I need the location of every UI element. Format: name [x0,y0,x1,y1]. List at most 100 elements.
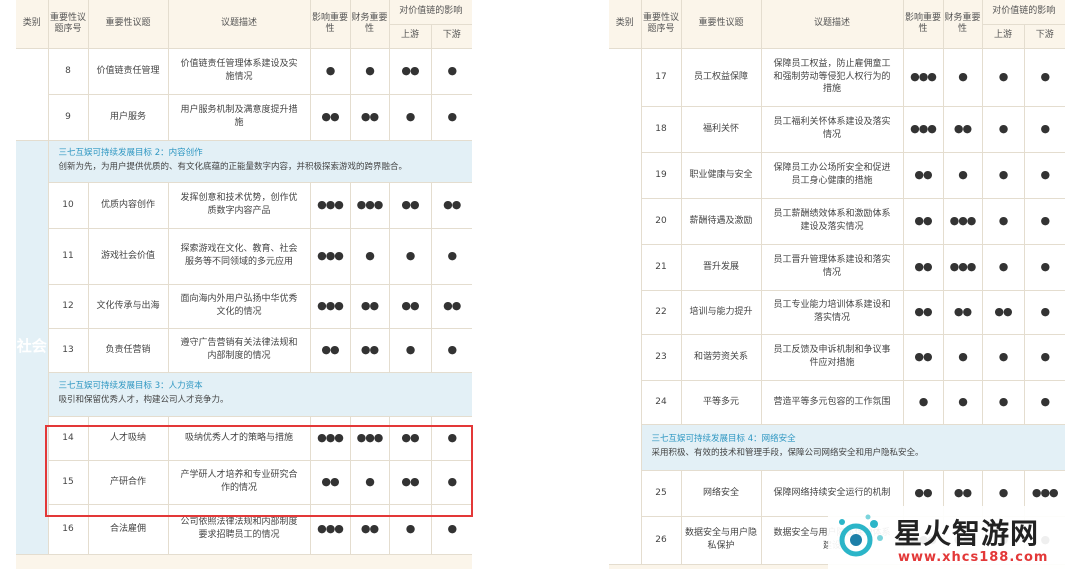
row-issue: 福利关怀 [681,106,762,153]
table-row: 11 游戏社会价值 探索游戏在文化、教育、社会服务等不同领域的多元应用 ●●● … [16,228,472,285]
row-finance: ● [943,152,983,199]
materiality-table-right: 类别 重要性议题序号 重要性议题 议题描述 影响重要性 财务重要性 对价值链的影… [609,0,1065,569]
row-downstream: ● [1024,106,1065,153]
header-category: 类别 [609,0,642,49]
table-row: 13 负责任营销 遵守广告营销有关法律法规和内部制度的情况 ●● ●● ● ● [16,328,472,373]
row-impact: ●●● [310,284,351,329]
row-upstream: ● [389,94,432,141]
row-downstream: ● [1024,152,1065,199]
row-no: 9 [48,94,89,141]
watermark-name: 星火智游网 [894,517,1040,550]
row-impact: ●●● [903,48,944,107]
goal-text: 吸引和保留优秀人才，构建公司人才竞争力。 [58,395,229,405]
row-impact: ● [903,380,944,425]
table-row: 12 文化传承与出海 面向海内外用户弘扬中华优秀文化的情况 ●●● ●● ●● … [16,284,472,329]
row-impact: ●● [903,334,944,381]
row-no: 21 [641,244,682,291]
row-finance: ● [350,228,390,285]
row-finance: ● [943,380,983,425]
goal-banner: 三七互娱可持续发展目标 3：人力资本 吸引和保留优秀人才，构建公司人才竞争力。 [16,372,472,417]
row-no: 19 [641,152,682,199]
row-desc: 发挥创意和技术优势，创作优质数字内容产品 [168,182,311,229]
table-row: 21 晋升发展 员工晋升管理体系建设和落实情况 ●● ●●● ● ● [609,244,1065,291]
row-upstream: ● [982,380,1025,425]
row-issue: 薪酬待遇及激励 [681,198,762,245]
table-row: 18 福利关怀 员工福利关怀体系建设及落实情况 ●●● ●● ● ● [609,106,1065,153]
row-issue: 数据安全与用户隐私保护 [681,516,762,565]
row-impact: ●● [903,244,944,291]
row-finance: ●●● [350,182,390,229]
header-finance: 财务重要性 [350,0,390,49]
row-no: 25 [641,470,682,517]
header-issue: 重要性议题 [88,0,169,49]
row-issue: 文化传承与出海 [88,284,169,329]
header-upstream: 上游 [982,24,1025,49]
row-impact: ●● [903,152,944,199]
row-upstream: ●● [982,290,1025,335]
goal-title: 三七互娱可持续发展目标 2：内容创作 [58,148,203,159]
row-downstream: ●● [431,284,472,329]
row-desc: 营造平等多元包容的工作氛围 [761,380,904,425]
row-finance: ● [943,48,983,107]
row-finance: ●● [350,284,390,329]
row-upstream: ● [982,334,1025,381]
row-downstream: ● [1024,334,1065,381]
row-downstream: ●● [431,182,472,229]
row-upstream: ● [982,152,1025,199]
row-desc: 保障员工权益，防止雇佣童工和强制劳动等侵犯人权行为的措施 [761,48,904,107]
row-issue: 培训与能力提升 [681,290,762,335]
table-row: 22 培训与能力提升 员工专业能力培训体系建设和落实情况 ●● ●● ●● ● [609,290,1065,335]
row-issue: 平等多元 [681,380,762,425]
row-desc: 价值链责任管理体系建设及实施情况 [168,48,311,95]
table-row: 治理 8 价值链责任管理 价值链责任管理体系建设及实施情况 ● ● ●● ● [16,48,472,141]
row-finance: ●● [350,94,390,141]
row-downstream: ● [431,328,472,373]
row-upstream: ● [389,228,432,285]
row-desc: 员工反馈及申诉机制和争议事件应对措施 [761,334,904,381]
goal-banner: 三七互娱可持续发展目标 4：网络安全 采用积极、有效的技术和管理手段，保障公司网… [609,424,1065,471]
row-impact: ●● [310,328,351,373]
row-impact: ●●● [903,106,944,153]
row-upstream: ●● [389,48,432,95]
row-no: 26 [641,516,682,565]
row-desc: 遵守广告营销有关法律法规和内部制度的情况 [168,328,311,373]
row-upstream: ●● [389,284,432,329]
watermark: 星火智游网 www.xhcs188.com [828,506,1080,569]
row-desc: 用户服务机制及满意度提升措施 [168,94,311,141]
watermark-url: www.xhcs188.com [898,550,1049,565]
category-social: 社会 [16,140,49,555]
row-issue: 价值链责任管理 [88,48,169,95]
goal-title: 三七互娱可持续发展目标 3：人力资本 [58,381,203,392]
table-row: 20 薪酬待遇及激励 员工薪酬绩效体系和激励体系建设及落实情况 ●● ●●● ●… [609,198,1065,245]
row-finance: ● [350,48,390,95]
row-no: 24 [641,380,682,425]
header-category: 类别 [16,0,49,49]
row-no: 22 [641,290,682,335]
row-issue: 网络安全 [681,470,762,517]
row-finance: ●● [943,106,983,153]
row-impact: ●● [903,290,944,335]
row-impact: ●●● [310,182,351,229]
row-issue: 员工权益保障 [681,48,762,107]
row-desc: 员工晋升管理体系建设和落实情况 [761,244,904,291]
goal-title: 三七互娱可持续发展目标 4：网络安全 [651,434,796,445]
row-downstream: ● [431,48,472,95]
watermark-logo-icon [839,514,883,557]
table-row: 19 职业健康与安全 保障员工办公场所安全和促进员工身心健康的措施 ●● ● ●… [609,152,1065,199]
header-finance: 财务重要性 [943,0,983,49]
row-impact: ● [310,48,351,95]
row-no: 13 [48,328,89,373]
header-seq: 重要性议题序号 [641,0,682,49]
row-finance: ●● [943,290,983,335]
row-upstream: ● [982,106,1025,153]
header-chain: 对价值链的影响 [389,0,472,25]
header-issue: 重要性议题 [681,0,762,49]
row-downstream: ● [431,228,472,285]
row-finance: ●●● [943,198,983,245]
row-issue: 优质内容创作 [88,182,169,229]
row-issue: 晋升发展 [681,244,762,291]
row-impact: ●● [310,94,351,141]
row-no: 10 [48,182,89,229]
header-impact: 影响重要性 [310,0,351,49]
table-row: 10 优质内容创作 发挥创意和技术优势，创作优质数字内容产品 ●●● ●●● ●… [16,182,472,229]
